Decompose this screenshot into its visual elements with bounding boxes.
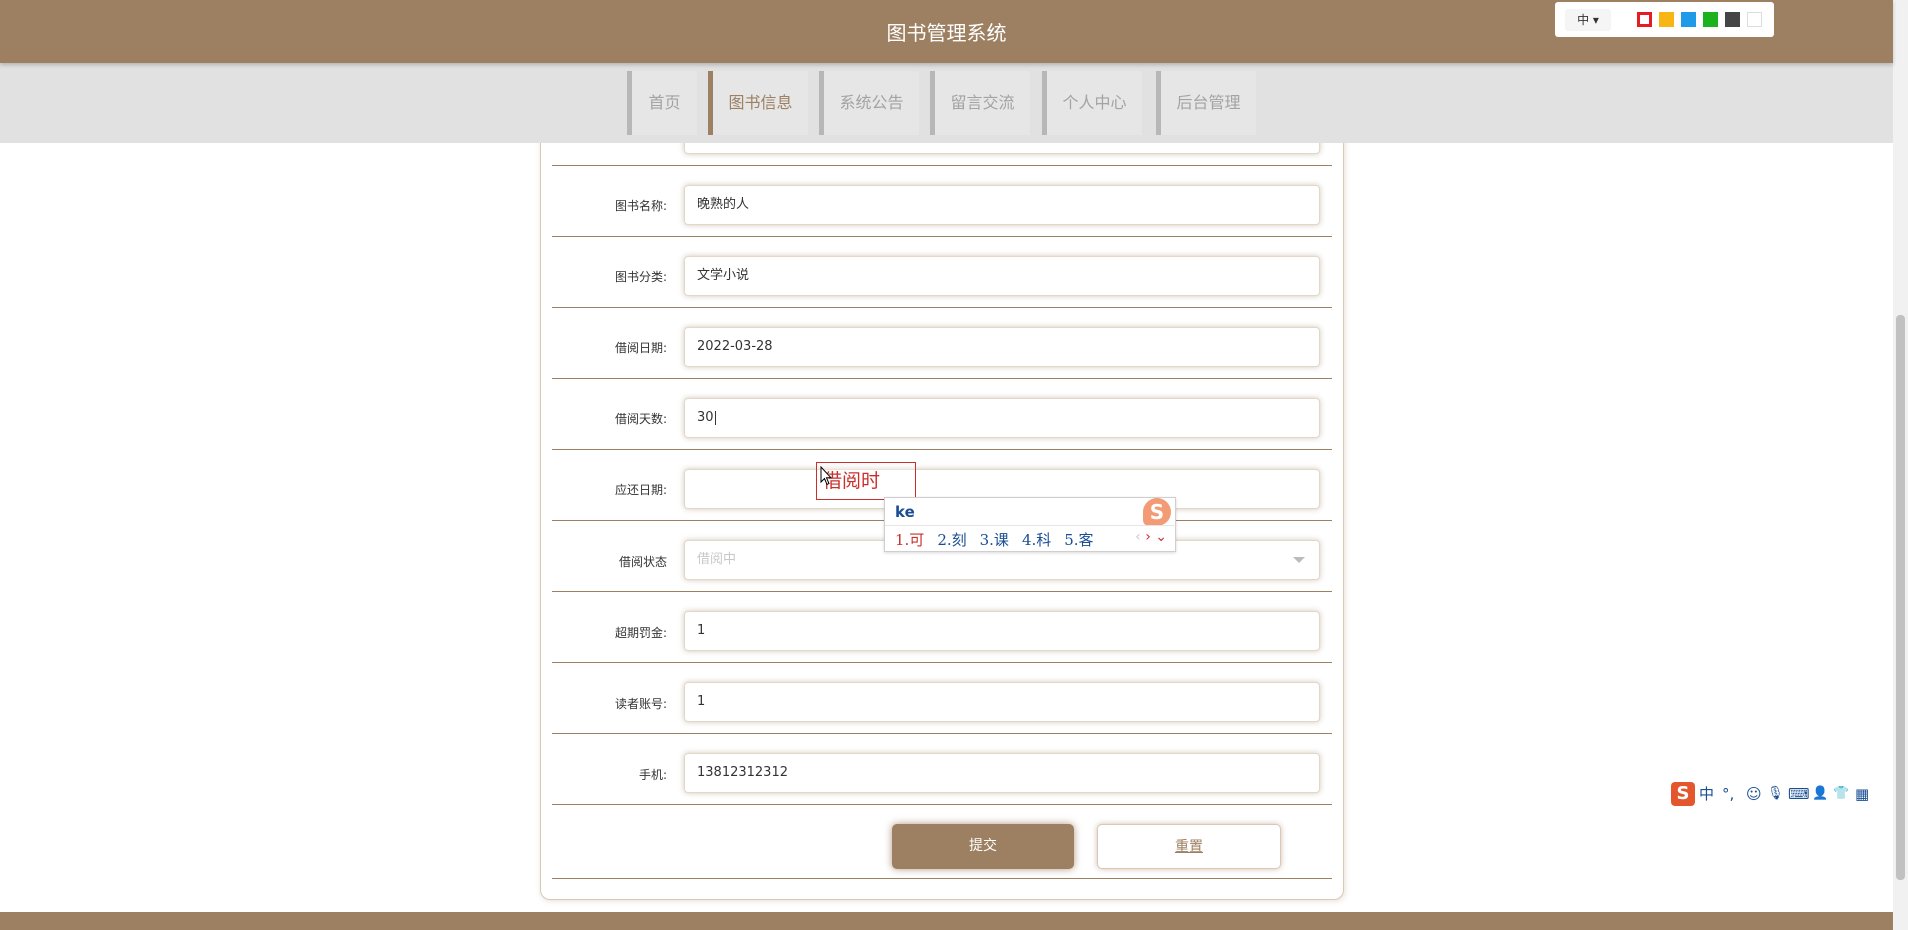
ime-candidate-window: ke S 1.可 2.刻 3.课 4.科 5.客 ‹ › ⌄: [884, 497, 1177, 552]
prev-page-icon[interactable]: ‹: [1135, 529, 1141, 545]
row-divider: [552, 378, 1332, 379]
ime-page-controls: ‹ › ⌄: [1135, 529, 1167, 545]
sogou-logo-icon: S: [1143, 498, 1171, 526]
field-label-book-name: 图书名称:: [614, 199, 667, 213]
book-category-input[interactable]: 文学小说: [684, 256, 1320, 296]
row-divider: [552, 878, 1332, 879]
theme-switcher-panel: 中 ▾: [1555, 2, 1774, 37]
chevron-down-icon: [1293, 557, 1305, 563]
row-divider: [552, 307, 1332, 308]
scrollbar-thumb[interactable]: [1896, 315, 1905, 880]
emoji-icon[interactable]: ☺: [1746, 784, 1762, 804]
submit-button[interactable]: 提交: [892, 824, 1074, 869]
theme-swatch-white[interactable]: [1747, 12, 1762, 27]
theme-swatch-green[interactable]: [1703, 12, 1718, 27]
microphone-icon[interactable]: 🎙: [1767, 784, 1784, 804]
reader-account-input[interactable]: 1: [684, 682, 1320, 722]
ime-input-text: ke: [895, 503, 915, 521]
row-divider: [552, 733, 1332, 734]
nav-item-admin[interactable]: 后台管理: [1156, 71, 1256, 135]
toolbox-icon[interactable]: ▦: [1855, 784, 1869, 804]
field-label-due-date: 应还日期:: [614, 483, 667, 497]
mouse-pointer-icon: [820, 466, 832, 486]
nav-item-home[interactable]: 首页: [627, 71, 697, 135]
phone-input[interactable]: 13812312312: [684, 753, 1320, 793]
next-page-icon[interactable]: ›: [1145, 529, 1151, 545]
input-mode-icon[interactable]: 中: [1699, 784, 1714, 804]
top-header: 图书管理系统 中 ▾: [0, 0, 1893, 63]
keyboard-icon[interactable]: ⌨: [1788, 784, 1810, 804]
overdue-fine-input[interactable]: 1: [684, 611, 1320, 651]
skin-icon[interactable]: 👕: [1833, 784, 1849, 804]
nav-item-profile[interactable]: 个人中心: [1042, 71, 1142, 135]
text-cursor: [714, 410, 716, 425]
row-divider: [552, 236, 1332, 237]
borrow-status-value: 借阅中: [697, 552, 737, 567]
nav-item-book-info[interactable]: 图书信息: [708, 71, 808, 135]
borrow-date-input[interactable]: 2022-03-28: [684, 327, 1320, 367]
row-divider: [552, 804, 1332, 805]
ime-candidate-list: 1.可 2.刻 3.课 4.科 5.客: [895, 529, 1107, 550]
field-label-borrow-days: 借阅天数:: [614, 412, 667, 426]
punctuation-icon[interactable]: °,: [1722, 784, 1734, 804]
ime-toolbar: S 中 °, ☺ 🎙 ⌨ 👤 👕 ▦: [1667, 781, 1877, 808]
language-select[interactable]: 中 ▾: [1565, 9, 1611, 31]
sogou-logo-icon[interactable]: S: [1671, 782, 1695, 806]
row-divider: [552, 662, 1332, 663]
field-label-overdue-fine: 超期罚金:: [614, 626, 667, 640]
field-label-book-category: 图书分类:: [614, 270, 667, 284]
theme-swatch-dark[interactable]: [1725, 12, 1740, 27]
theme-swatch-red[interactable]: [1637, 12, 1652, 27]
ime-candidate[interactable]: 1.可: [895, 531, 924, 549]
row-divider: [552, 449, 1332, 450]
theme-swatch-blue[interactable]: [1681, 12, 1696, 27]
main-nav: 首页 图书信息 系统公告 留言交流 个人中心 后台管理: [0, 63, 1893, 143]
user-icon[interactable]: 👤: [1812, 784, 1828, 804]
nav-item-announcements[interactable]: 系统公告: [819, 71, 919, 135]
field-label-borrow-date: 借阅日期:: [614, 341, 667, 355]
field-label-borrow-status: 借阅状态: [618, 555, 667, 569]
row-divider: [552, 165, 1332, 166]
ime-candidate[interactable]: 4.科: [1022, 531, 1051, 549]
nav-item-messages[interactable]: 留言交流: [930, 71, 1030, 135]
borrow-days-input[interactable]: 30: [684, 398, 1320, 438]
ime-separator: [885, 525, 1177, 526]
ime-candidate[interactable]: 2.刻: [937, 531, 966, 549]
expand-icon[interactable]: ⌄: [1155, 529, 1167, 545]
footer-bar: [0, 912, 1893, 930]
theme-swatch-yellow[interactable]: [1659, 12, 1674, 27]
book-name-input[interactable]: 晚熟的人: [684, 185, 1320, 225]
reset-button[interactable]: 重置: [1097, 824, 1281, 869]
field-label-phone: 手机:: [638, 768, 667, 782]
borrow-days-value: 30: [697, 410, 714, 425]
ime-candidate[interactable]: 3.课: [980, 531, 1009, 549]
row-divider: [552, 591, 1332, 592]
ime-candidate[interactable]: 5.客: [1064, 531, 1093, 549]
field-label-reader-account: 读者账号:: [614, 697, 667, 711]
